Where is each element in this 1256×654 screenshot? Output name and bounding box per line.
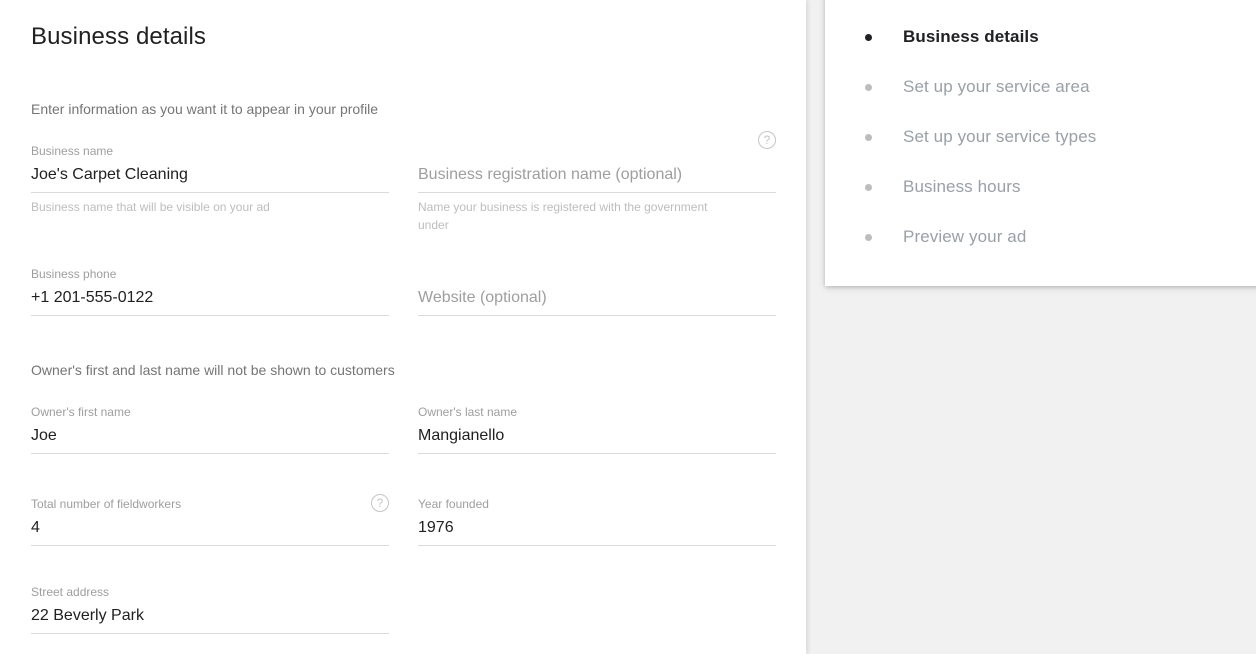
business-registration-name-input[interactable] <box>418 159 776 193</box>
business-name-input[interactable] <box>31 159 389 193</box>
field-row-owner-name: Owner's first name Owner's last name <box>31 392 776 454</box>
field-owner-first-name: Owner's first name <box>31 392 389 454</box>
owner-last-name-input[interactable] <box>418 420 776 454</box>
fieldworkers-input[interactable] <box>31 512 389 546</box>
field-row-business-name: Business name Business name that will be… <box>31 131 776 234</box>
business-name-label: Business name <box>31 144 114 158</box>
bullet-icon <box>865 33 872 41</box>
field-business-phone: Business phone <box>31 254 389 316</box>
step-label: Set up your service area <box>903 77 1090 96</box>
street-address-label: Street address <box>31 585 110 599</box>
field-year-founded: Year founded <box>418 484 776 546</box>
business-phone-input[interactable] <box>31 282 389 316</box>
step-item-business-details[interactable]: Business details <box>825 12 1256 62</box>
bullet-icon <box>865 133 872 141</box>
bullet-icon <box>865 183 872 191</box>
step-label: Business details <box>903 27 1039 46</box>
step-label: Set up your service types <box>903 127 1097 146</box>
fieldworkers-label: Total number of fieldworkers <box>31 497 182 511</box>
field-row-street-address: Street address <box>31 572 775 634</box>
step-item-service-area[interactable]: Set up your service area <box>825 62 1256 112</box>
bullet-icon <box>865 233 872 241</box>
owner-first-name-label: Owner's first name <box>31 405 131 419</box>
field-website <box>418 254 776 316</box>
field-street-address: Street address <box>31 572 389 634</box>
step-item-service-types[interactable]: Set up your service types <box>825 112 1256 162</box>
website-input[interactable] <box>418 282 776 316</box>
bullet-icon <box>865 83 872 91</box>
field-owner-last-name: Owner's last name <box>418 392 776 454</box>
year-founded-input[interactable] <box>418 512 776 546</box>
street-address-input[interactable] <box>31 600 389 634</box>
field-business-name: Business name Business name that will be… <box>31 131 389 216</box>
page-title: Business details <box>31 23 207 50</box>
field-business-registration-name: Name your business is registered with th… <box>418 131 776 234</box>
business-phone-label: Business phone <box>31 267 117 281</box>
owner-caption: Owner's first and last name will not be … <box>31 362 395 378</box>
business-details-panel: Business details Enter information as yo… <box>0 0 806 654</box>
business-name-hint: Business name that will be visible on yo… <box>31 200 270 214</box>
field-row-phone-website: Business phone <box>31 254 776 316</box>
business-registration-name-hint: Name your business is registered with th… <box>418 200 708 232</box>
owner-last-name-label: Owner's last name <box>418 405 517 419</box>
step-item-business-hours[interactable]: Business hours <box>825 162 1256 212</box>
intro-caption: Enter information as you want it to appe… <box>31 101 379 117</box>
step-label: Business hours <box>903 177 1021 196</box>
step-item-preview-ad[interactable]: Preview your ad <box>825 212 1256 262</box>
field-fieldworkers: Total number of fieldworkers <box>31 484 389 546</box>
owner-first-name-input[interactable] <box>31 420 389 454</box>
year-founded-label: Year founded <box>418 497 489 511</box>
setup-steps-card: Business details Set up your service are… <box>825 0 1256 286</box>
setup-steps-list: Business details Set up your service are… <box>825 12 1256 262</box>
field-row-fieldworkers-year: ? Total number of fieldworkers Year foun… <box>31 484 776 546</box>
step-label: Preview your ad <box>903 227 1027 246</box>
